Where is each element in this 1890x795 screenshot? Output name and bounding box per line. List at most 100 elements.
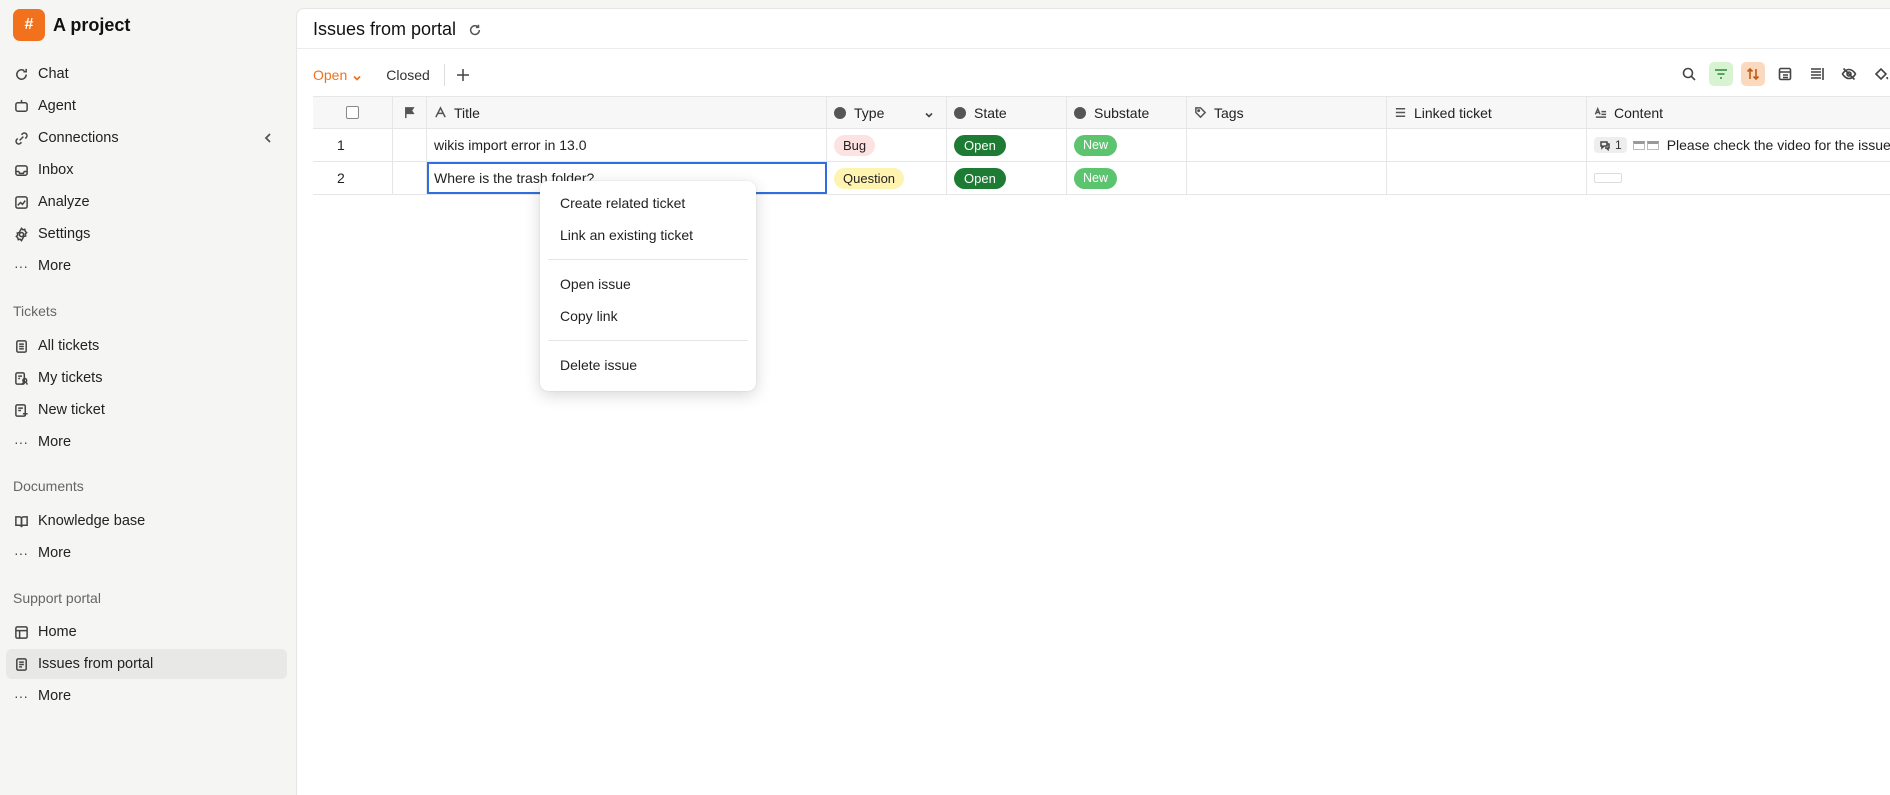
group-icon[interactable] [1773,62,1797,86]
row-context-menu: Create related ticket Link an existing t… [540,181,756,391]
sidebar-item-connections[interactable]: Connections [6,123,287,153]
sidebar-item-label: All tickets [38,338,100,354]
sidebar-item-settings[interactable]: Settings [6,219,287,249]
menu-item-delete-issue[interactable]: Delete issue [540,349,756,381]
page-title: Issues from portal [313,19,457,39]
table-header-row: Title Type State Substate Tags Linked ti… [313,96,1890,129]
flag-column-header[interactable] [393,97,427,128]
chevron-down-icon [352,70,362,81]
sidebar-item-new-ticket[interactable]: New ticket [6,395,287,425]
column-header-label: State [974,104,1007,121]
substate-cell[interactable]: New [1067,129,1187,161]
title-cell[interactable]: wikis import error in 13.0 [427,129,827,161]
column-header-content[interactable]: Content [1587,97,1890,128]
menu-divider [548,340,748,341]
sidebar-item-label: More [38,258,72,274]
sidebar-item-label: Inbox [38,162,74,178]
text-field-icon [434,106,448,120]
project-header[interactable]: # A project [13,9,130,41]
sidebar-item-tickets-more[interactable]: ··· More [6,427,287,457]
column-header-type[interactable]: Type [827,97,947,128]
select-all-checkbox[interactable] [346,106,359,119]
content-cell[interactable]: 1 Please check the video for the issue r [1587,129,1890,161]
tab-divider [443,64,445,86]
tags-cell[interactable] [1187,129,1387,161]
table-row[interactable]: 1 wikis import error in 13.0 Bug Open Ne… [313,129,1890,162]
more-icon: ··· [14,434,28,450]
columns-icon[interactable] [1805,62,1829,86]
settings-icon [13,226,29,242]
flag-cell[interactable] [393,129,427,161]
state-cell[interactable]: Open [947,162,1067,194]
refresh-icon[interactable] [468,22,484,38]
substate-cell[interactable]: New [1067,162,1187,194]
sidebar-item-all-tickets[interactable]: All tickets [6,331,287,361]
menu-item-copy-link[interactable]: Copy link [540,300,756,332]
sidebar-item-knowledge-base[interactable]: Knowledge base [6,506,287,536]
sidebar-item-home[interactable]: Home [6,617,287,647]
sidebar-item-analyze[interactable]: Analyze [6,187,287,217]
empty-content-placeholder [1594,173,1622,183]
sidebar-item-my-tickets[interactable]: My tickets [6,363,287,393]
column-header-state[interactable]: State [947,97,1067,128]
sidebar-item-label: More [38,545,72,561]
menu-item-link-existing-ticket[interactable]: Link an existing ticket [540,219,756,251]
column-header-title[interactable]: Title [427,97,827,128]
tickets-list-icon [13,338,29,354]
select-field-icon [834,106,848,120]
sidebar-item-agent[interactable]: Agent [6,91,287,121]
state-cell[interactable]: Open [947,129,1067,161]
sidebar-item-inbox[interactable]: Inbox [6,155,287,185]
connections-icon [13,130,29,146]
chevron-down-icon[interactable] [924,107,934,123]
collapse-sidebar-icon[interactable] [260,130,276,146]
content-cell[interactable] [1587,162,1890,194]
project-logo-icon: # [13,9,45,41]
column-header-substate[interactable]: Substate [1067,97,1187,128]
agent-icon [13,98,29,114]
row-number: 1 [313,129,393,161]
type-cell[interactable]: Bug [827,129,947,161]
inbox-icon [13,162,29,178]
menu-item-create-related-ticket[interactable]: Create related ticket [540,187,756,219]
project-name: A project [53,14,131,35]
sidebar-item-documents-more[interactable]: ··· More [6,538,287,568]
sidebar-item-label: Analyze [38,194,90,210]
column-header-label: Type [854,104,885,121]
state-badge: Open [954,167,1006,189]
column-header-tags[interactable]: Tags [1187,97,1387,128]
search-icon[interactable] [1677,62,1701,86]
filter-icon[interactable] [1709,62,1733,86]
column-header-label: Substate [1094,104,1150,121]
sidebar-item-issues-from-portal[interactable]: Issues from portal [6,649,287,679]
linked-ticket-cell[interactable] [1387,129,1587,161]
paint-bucket-icon[interactable] [1869,62,1890,86]
sidebar-item-label: More [38,688,72,704]
tags-cell[interactable] [1187,162,1387,194]
substate-badge: New [1074,167,1118,189]
sort-icon[interactable] [1741,62,1765,86]
section-label-support-portal: Support portal [13,590,101,606]
menu-item-open-issue[interactable]: Open issue [540,268,756,300]
tab-closed[interactable]: Closed [386,67,430,83]
add-view-button[interactable] [454,66,472,84]
type-cell[interactable]: Question [827,162,947,194]
hide-fields-icon[interactable] [1837,62,1861,86]
column-header-linked-ticket[interactable]: Linked ticket [1387,97,1587,128]
flag-cell[interactable] [393,162,427,194]
sidebar-item-more[interactable]: ··· More [6,251,287,281]
substate-badge: New [1074,134,1118,156]
select-all-cell[interactable] [313,97,393,128]
sidebar-item-chat[interactable]: Chat [6,59,287,89]
tab-open[interactable]: Open [313,67,362,83]
linked-ticket-cell[interactable] [1387,162,1587,194]
more-icon: ··· [14,258,28,274]
tab-open-label: Open [313,67,348,83]
section-label-documents: Documents [13,478,84,494]
state-badge: Open [954,134,1006,156]
sidebar-item-label: Settings [38,226,91,242]
column-header-label: Content [1614,104,1664,121]
sidebar-item-label: My tickets [38,370,103,386]
sidebar-item-portal-more[interactable]: ··· More [6,681,287,711]
sidebar-item-label: Issues from portal [38,656,154,672]
